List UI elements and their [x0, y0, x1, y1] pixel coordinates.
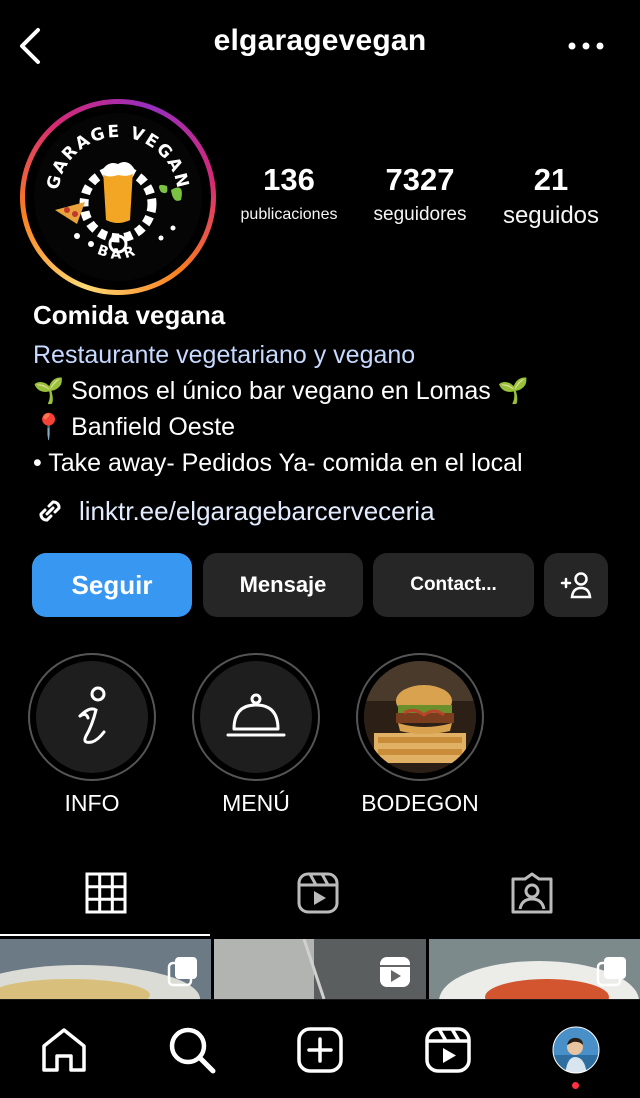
highlight-bodegon[interactable] — [356, 653, 484, 781]
bottom-navigation — [0, 999, 640, 1098]
logo-image: GARAGE VEGAN BAR — [33, 112, 203, 282]
carousel-icon — [596, 957, 626, 987]
nav-profile[interactable] — [548, 1022, 604, 1078]
add-person-icon — [560, 572, 592, 599]
link-icon — [39, 500, 61, 522]
nav-reels[interactable] — [420, 1022, 476, 1078]
stat-following-label: seguidos — [502, 202, 600, 229]
highlight-bodegon-label: BODEGON — [361, 790, 479, 816]
stat-followers-value: 7327 — [385, 162, 455, 197]
post-thumbnail-1[interactable] — [0, 939, 211, 999]
tab-tagged[interactable] — [500, 861, 564, 925]
nav-search[interactable] — [164, 1022, 220, 1078]
bio-line-1: 🌱 Somos el único bar vegano en Lomas 🌱 — [33, 377, 529, 405]
stat-posts[interactable]: 136 publicaciones — [228, 162, 350, 224]
post-thumbnail-3[interactable] — [429, 939, 640, 999]
search-icon — [169, 1027, 216, 1074]
stat-following[interactable]: 21 seguidos — [490, 162, 612, 230]
nav-create[interactable] — [292, 1022, 348, 1078]
profile-link-text: linktr.ee/elgaragebarcerveceria — [79, 495, 435, 526]
reel-badge-icon — [380, 957, 410, 987]
highlight-info[interactable] — [28, 653, 156, 781]
stat-posts-label: publicaciones — [240, 206, 338, 223]
stat-followers-label: seguidores — [373, 204, 467, 225]
highlight-menu-label: MENÚ — [222, 790, 290, 816]
follow-button[interactable]: Seguir — [32, 553, 192, 617]
post-thumbnail-2[interactable] — [214, 939, 426, 999]
profile-avatar[interactable]: GARAGE VEGAN BAR — [20, 99, 216, 295]
highlight-info-label: INFO — [64, 790, 120, 816]
burger-photo — [364, 661, 476, 773]
reels-icon — [425, 1027, 471, 1073]
cloche-icon — [226, 693, 286, 737]
contact-button[interactable]: Contact... — [373, 553, 534, 617]
stat-posts-value: 136 — [263, 162, 315, 197]
suggested-accounts-button[interactable] — [544, 553, 608, 617]
more-options-button[interactable] — [566, 34, 606, 58]
tagged-icon — [511, 872, 553, 914]
home-icon — [42, 1028, 86, 1072]
plus-square-icon — [297, 1027, 343, 1073]
message-button[interactable]: Mensaje — [203, 553, 363, 617]
active-tab-indicator — [0, 934, 210, 936]
avatar — [552, 1026, 600, 1074]
bio-line-2: 📍 Banfield Oeste — [33, 413, 236, 441]
carousel-icon — [167, 957, 197, 987]
notification-dot — [572, 1082, 579, 1089]
highlight-menu[interactable] — [192, 653, 320, 781]
tab-reels[interactable] — [286, 861, 350, 925]
profile-username: elgaragevegan — [213, 24, 427, 57]
nav-home[interactable] — [36, 1022, 92, 1078]
profile-name: Comida vegana — [33, 300, 226, 330]
info-icon — [78, 686, 106, 744]
reels-icon — [297, 872, 339, 914]
profile-link[interactable]: linktr.ee/elgaragebarcerveceria — [33, 494, 435, 528]
profile-category: Restaurante vegetariano y vegano — [33, 341, 416, 369]
more-dots-icon — [568, 42, 604, 50]
tab-grid[interactable] — [74, 861, 138, 925]
bio-line-3: • Take away- Pedidos Ya- comida en el lo… — [33, 449, 523, 477]
stat-following-value: 21 — [533, 162, 569, 197]
grid-icon — [85, 872, 127, 914]
stat-followers[interactable]: 7327 seguidores — [358, 162, 482, 226]
